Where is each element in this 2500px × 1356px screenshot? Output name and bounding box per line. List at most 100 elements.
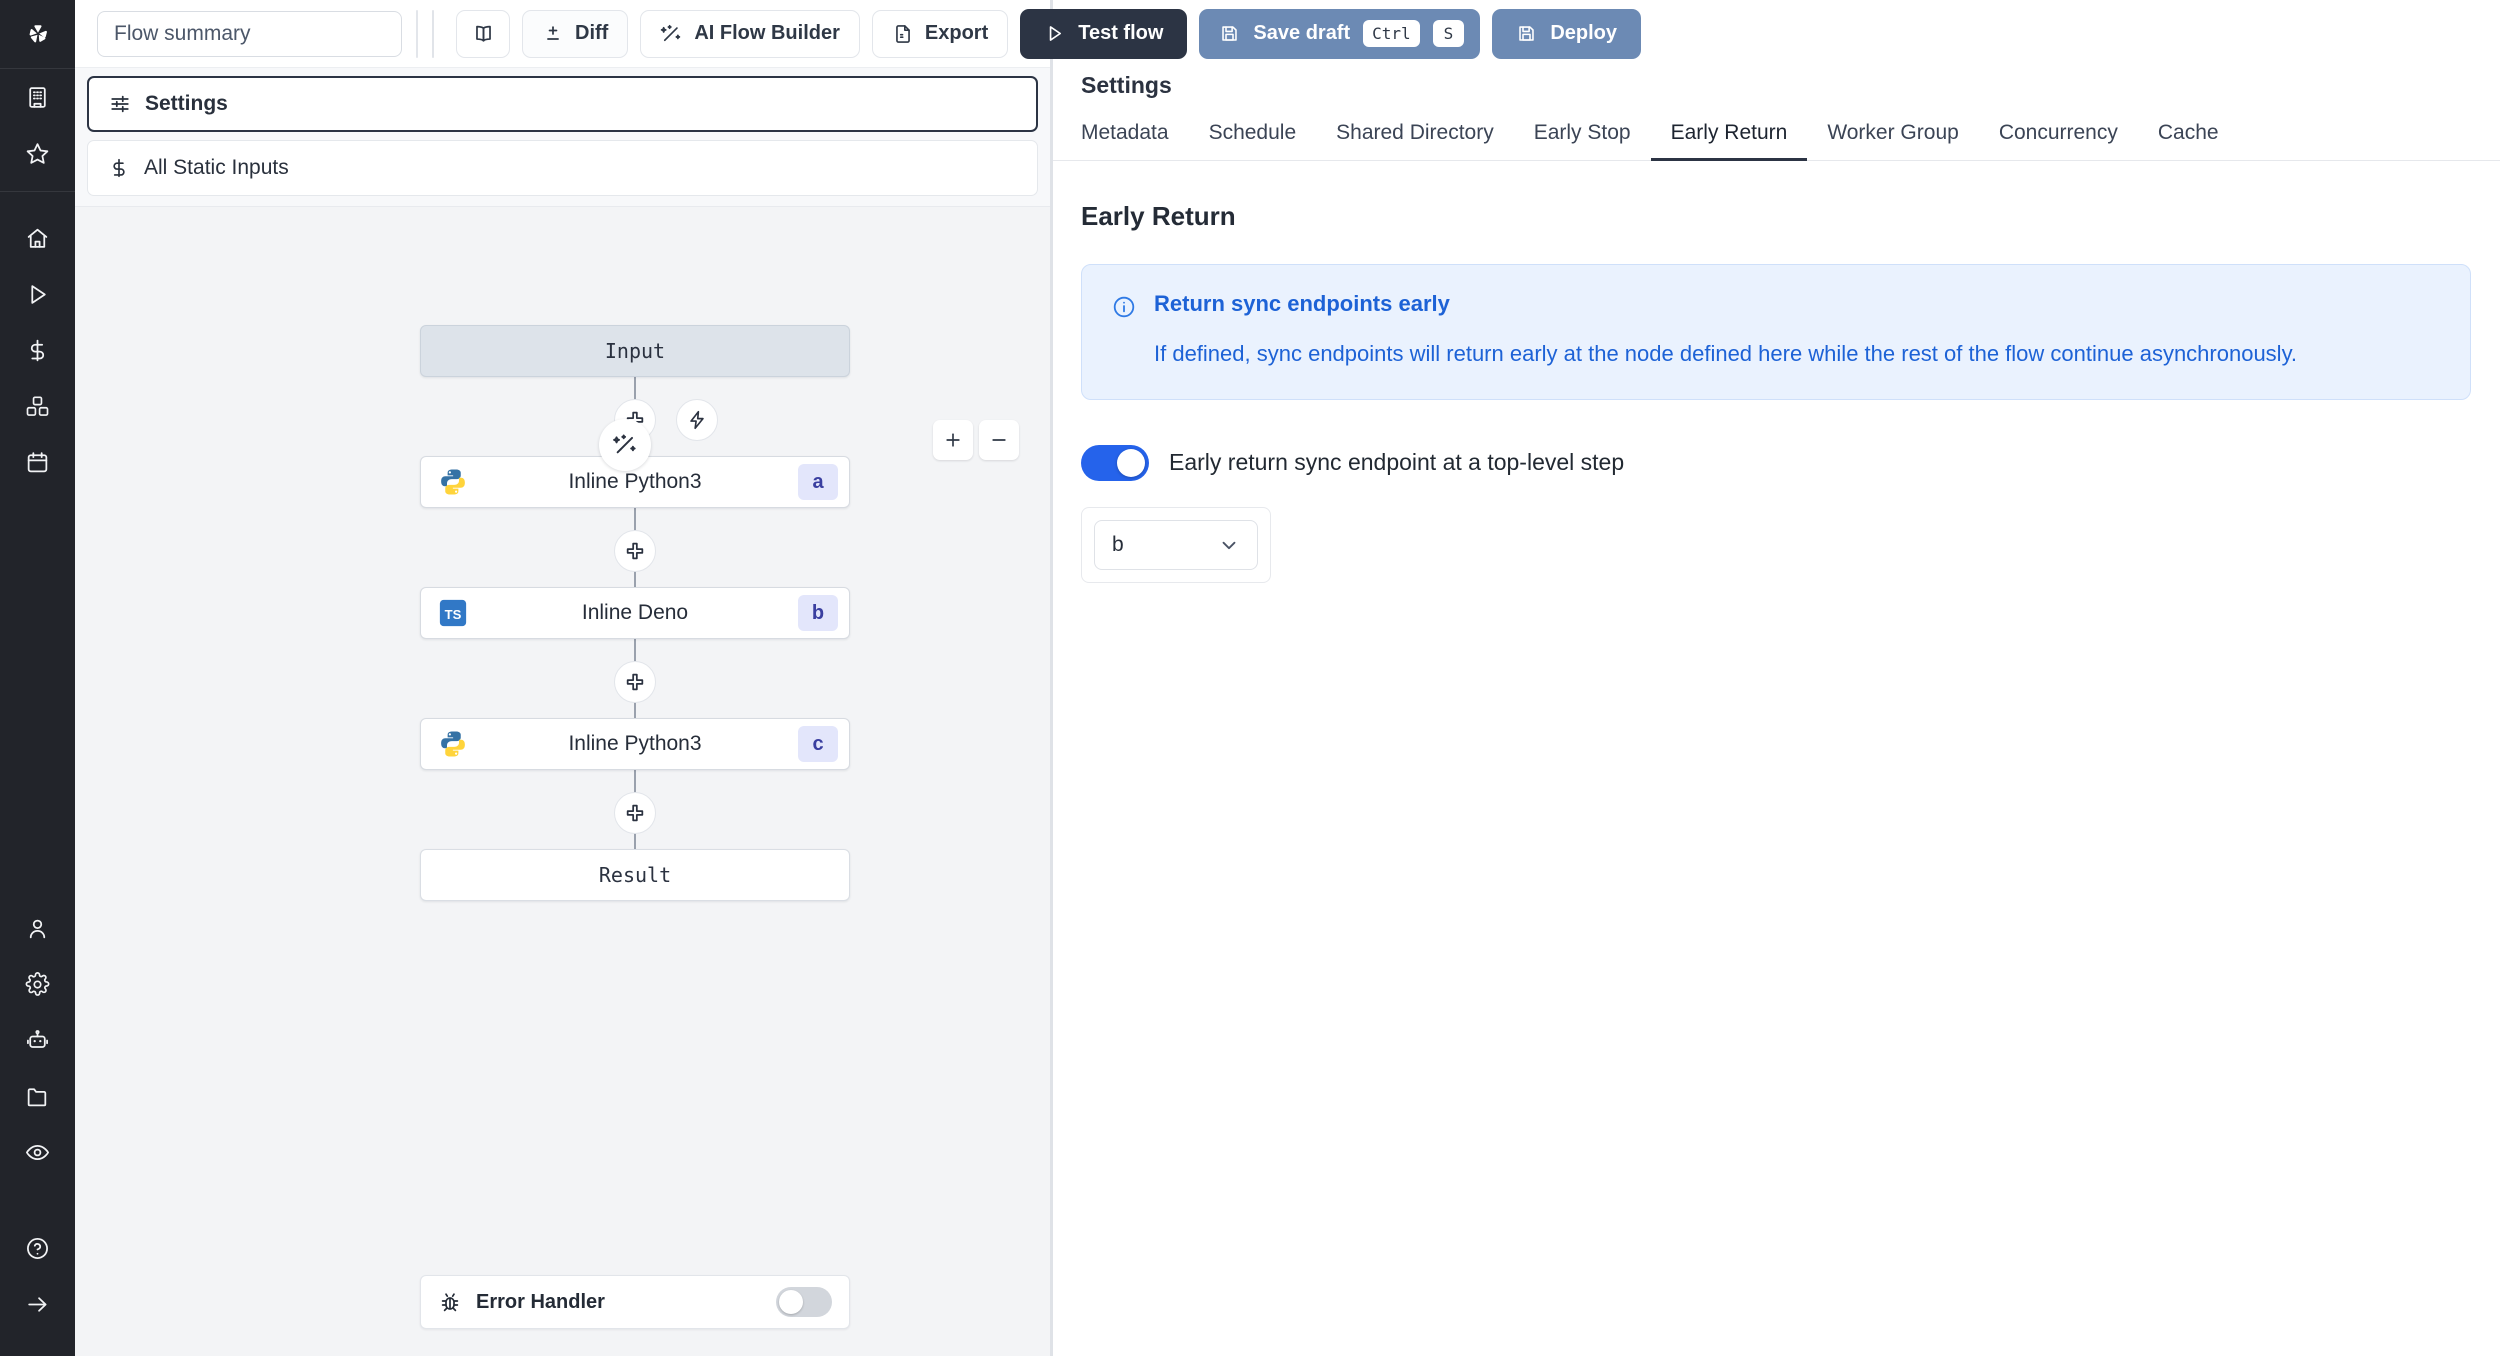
rail-group-admin <box>0 900 75 1180</box>
error-handler-card[interactable]: Error Handler <box>420 1275 850 1329</box>
info-callout: Return sync endpoints early If defined, … <box>1081 264 2471 400</box>
boxes-icon <box>26 396 49 416</box>
sidebar-item-audit-logs[interactable] <box>0 1124 75 1180</box>
gear-icon <box>25 971 50 996</box>
test-flow-button[interactable]: Test flow <box>1020 8 1188 59</box>
left-nav-rail <box>0 0 75 1356</box>
rail-group-main <box>0 210 75 490</box>
sidebar-item-workers[interactable] <box>0 1012 75 1068</box>
flow-path-field[interactable]: Path u/henri/cushy_flow <box>432 9 434 58</box>
flow-node-input-label: Input <box>604 339 666 363</box>
ai-flow-builder-button[interactable]: AI Flow Builder <box>640 9 860 58</box>
path-label-group[interactable]: Path <box>433 11 434 57</box>
info-circle-icon <box>1113 296 1135 318</box>
undo-redo-group <box>416 9 418 58</box>
flow-node-result[interactable]: Result <box>420 849 850 901</box>
sidebar-item-schedules[interactable] <box>0 434 75 490</box>
tab-schedule[interactable]: Schedule <box>1189 121 1317 161</box>
editor-toolbar: Path u/henri/cushy_flow <box>75 0 1641 68</box>
tab-metadata[interactable]: Metadata <box>1081 121 1189 161</box>
rail-group-footer <box>0 1220 75 1332</box>
plus-icon <box>626 673 644 691</box>
python-icon <box>441 469 465 495</box>
sidebar-item-home[interactable] <box>0 210 75 266</box>
flow-node-c[interactable]: Inline Python3 c <box>420 718 850 770</box>
flow-node-c-label: Inline Python3 <box>568 732 702 755</box>
flow-node-input[interactable]: Input <box>420 325 850 377</box>
sidebar-item-help[interactable] <box>0 1220 75 1276</box>
diff-button[interactable]: Diff <box>522 9 629 58</box>
flow-canvas[interactable]: Input Inline Python3 a TS Inline Deno b … <box>75 206 1050 1356</box>
ai-assist-canvas-button[interactable] <box>599 419 651 471</box>
error-handler-toggle[interactable] <box>776 1287 832 1317</box>
flow-node-b-label: Inline Deno <box>581 601 689 624</box>
sidebar-item-account[interactable] <box>0 900 75 956</box>
sidebar-item-favorites[interactable] <box>0 125 75 181</box>
add-step-button[interactable] <box>614 661 656 703</box>
page-title: Early Return <box>1081 201 1236 231</box>
sidebar-item-folders[interactable] <box>0 1068 75 1124</box>
save-icon <box>1222 26 1238 41</box>
info-callout-title: Return sync endpoints early <box>1154 291 1450 316</box>
tab-worker-group[interactable]: Worker Group <box>1807 121 1979 161</box>
docs-button[interactable] <box>456 9 510 58</box>
settings-tabs: Metadata Schedule Shared Directory Early… <box>1053 121 2500 161</box>
tab-concurrency[interactable]: Concurrency <box>1979 121 2138 161</box>
all-static-inputs-label: All Static Inputs <box>144 156 289 179</box>
book-icon <box>475 25 491 42</box>
sidebar-item-resources[interactable] <box>0 378 75 434</box>
undo-button[interactable] <box>417 11 418 57</box>
tab-cache[interactable]: Cache <box>2138 121 2239 161</box>
eye-icon <box>25 1144 50 1160</box>
sidebar-expand-button[interactable] <box>0 1276 75 1332</box>
early-return-step-select-wrapper: b <box>1081 506 1271 583</box>
zoom-in-button[interactable] <box>933 420 973 460</box>
early-return-step-value: b <box>1112 532 1124 556</box>
windmill-logo[interactable] <box>0 0 75 68</box>
sidebar-item-runs[interactable] <box>0 266 75 322</box>
flow-panel-rows: Settings All Static Inputs <box>75 68 1050 206</box>
tab-early-return[interactable]: Early Return <box>1650 121 1808 161</box>
toggle-knob <box>779 1290 803 1314</box>
play-icon <box>31 284 46 304</box>
all-static-inputs-row[interactable]: All Static Inputs <box>87 140 1038 196</box>
sidebar-item-workspace[interactable] <box>0 69 75 125</box>
flow-node-b[interactable]: TS Inline Deno b <box>420 587 850 639</box>
deploy-label: Deploy <box>1550 22 1617 44</box>
save-draft-button[interactable]: Save draft Ctrl S <box>1199 8 1481 59</box>
deploy-button[interactable]: Deploy <box>1492 8 1641 59</box>
flow-graph: Input Inline Python3 a TS Inline Deno b … <box>75 207 1050 1356</box>
sidebar-item-settings[interactable] <box>0 956 75 1012</box>
add-step-button[interactable] <box>614 530 656 572</box>
tab-early-stop[interactable]: Early Stop <box>1514 121 1651 161</box>
flow-summary-input[interactable] <box>97 10 402 57</box>
diff-label: Diff <box>575 22 609 44</box>
help-circle-icon <box>27 1237 48 1259</box>
add-trigger-button[interactable] <box>676 399 718 441</box>
early-return-step-select[interactable]: b <box>1094 519 1258 570</box>
flow-settings-row[interactable]: Settings <box>87 76 1038 132</box>
early-return-toggle[interactable] <box>1081 444 1149 481</box>
export-button[interactable]: Export <box>871 9 1009 58</box>
early-return-toggle-label: Early return sync endpoint at a top-leve… <box>1169 449 1625 476</box>
sliders-icon <box>111 95 129 113</box>
settings-panel: Settings Metadata Schedule Shared Direct… <box>1053 0 2500 1356</box>
diff-icon <box>547 25 559 40</box>
sidebar-item-billing[interactable] <box>0 322 75 378</box>
plus-icon <box>946 433 960 447</box>
flow-editor-panel: Path u/henri/cushy_flow <box>75 0 1641 1356</box>
work-area: Path u/henri/cushy_flow <box>75 0 2500 1356</box>
python-icon <box>438 467 468 497</box>
tab-shared-directory[interactable]: Shared Directory <box>1316 121 1514 161</box>
toggle-knob <box>1117 448 1145 477</box>
add-step-button[interactable] <box>614 792 656 834</box>
home-icon <box>27 228 48 248</box>
dollar-icon <box>30 339 45 361</box>
rail-group-workspace <box>0 69 75 181</box>
python-icon <box>438 729 468 759</box>
save-draft-shortcut-key: S <box>1432 20 1465 47</box>
calendar-icon <box>27 451 48 472</box>
robot-icon <box>27 1029 48 1048</box>
zoom-out-button[interactable] <box>979 420 1019 460</box>
bolt-icon <box>690 410 704 430</box>
